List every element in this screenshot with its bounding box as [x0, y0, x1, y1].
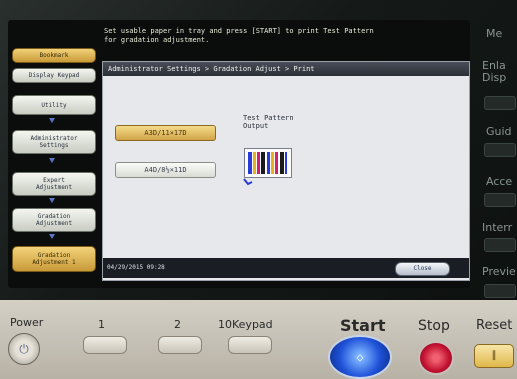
hw-label-preview: Previe [482, 265, 516, 278]
arrow-down-icon [49, 234, 55, 239]
sidebar-item-gradation-adjustment-1[interactable]: Gradation Adjustment 1 [12, 246, 96, 272]
paper-orientation-icon [243, 178, 253, 186]
key-1-label: 1 [98, 318, 105, 331]
test-pattern-icon [248, 152, 287, 174]
start-button[interactable]: ◇ [328, 335, 392, 379]
stop-button[interactable] [418, 341, 454, 375]
sidebar-item-expert-adjustment[interactable]: Expert Adjustment [12, 172, 96, 196]
hw-label-enlarge-display: Enla Disp [482, 59, 507, 84]
reset-label: Reset [476, 318, 513, 333]
hw-accessibility-button[interactable] [484, 193, 516, 207]
close-button[interactable]: Close [395, 262, 450, 276]
output-label: Test Pattern Output [243, 114, 294, 130]
key-1-button[interactable] [83, 336, 127, 354]
keypad-label: 10Keypad [218, 318, 273, 331]
paper-size-a3-button[interactable]: A3D/11×17D [115, 125, 216, 141]
hw-enlarge-display-button[interactable] [484, 96, 516, 110]
test-pattern-preview [244, 148, 292, 178]
key-2-button[interactable] [158, 336, 202, 354]
arrow-down-icon [49, 118, 55, 123]
stop-label: Stop [418, 318, 450, 334]
start-label: Start [340, 316, 386, 335]
keypad-button[interactable] [228, 336, 272, 354]
start-diamond-icon: ◇ [356, 350, 364, 364]
paper-size-a4-button[interactable]: A4D/8½×11D [115, 162, 216, 178]
arrow-down-icon [49, 158, 55, 163]
hw-label-interrupt: Interr [482, 221, 513, 234]
date-time: 04/29/2015 09:28 [107, 264, 165, 271]
power-icon: ⏻ [19, 342, 29, 356]
main-panel: Administrator Settings > Gradation Adjus… [102, 61, 470, 281]
hw-interrupt-button[interactable] [484, 238, 516, 252]
key-2-label: 2 [174, 318, 181, 331]
power-button[interactable]: ⏻ [8, 333, 40, 365]
sidebar-item-bookmark[interactable]: Bookmark [12, 48, 96, 63]
reset-button[interactable]: ∥ [474, 344, 514, 368]
instruction-message: Set usable paper in tray and press [STAR… [104, 27, 374, 44]
hw-guidance-button[interactable] [484, 143, 516, 157]
sidebar-item-administrator-settings[interactable]: Administrator Settings [12, 130, 96, 154]
hw-label-guidance: Guid [486, 125, 512, 138]
arrow-down-icon [49, 198, 55, 203]
hw-label-accessibility: Acce [486, 175, 513, 188]
sidebar-item-display-keypad[interactable]: Display Keypad [12, 68, 96, 83]
reset-icon: ∥ [491, 350, 497, 361]
power-label: Power [10, 316, 44, 329]
sidebar-item-utility[interactable]: Utility [12, 95, 96, 115]
hw-preview-button[interactable] [484, 284, 516, 298]
status-footer: 04/29/2015 09:28 Close [103, 258, 469, 278]
breadcrumb: Administrator Settings > Gradation Adjus… [103, 62, 469, 76]
hw-label-menu: Me [486, 27, 503, 40]
sidebar-item-gradation-adjustment[interactable]: Gradation Adjustment [12, 208, 96, 232]
